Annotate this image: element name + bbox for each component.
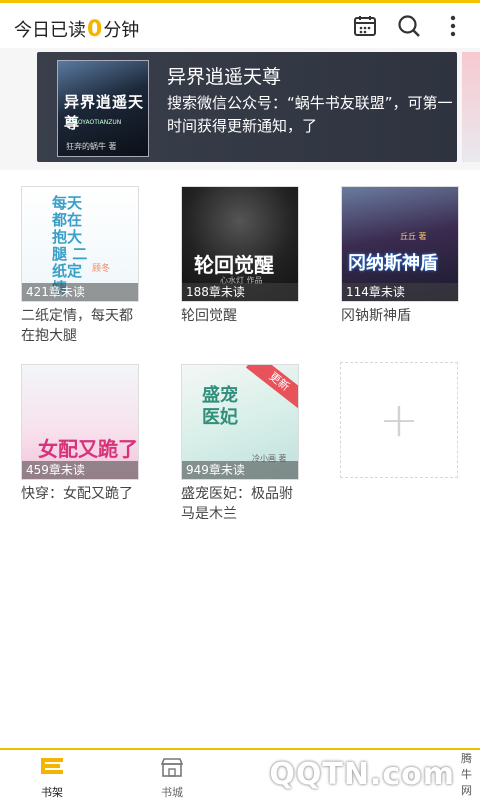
banner-book-cover: 异界逍遥天尊 XIAOYAOTIANZUN 狂奔的蜗牛 著 (57, 60, 149, 157)
book-title: 盛宠医妃：极品驸马是木兰 (181, 486, 293, 522)
banner-carousel[interactable]: 异界逍遥天尊 XIAOYAOTIANZUN 狂奔的蜗牛 著 异界逍遥天尊 搜索微… (0, 48, 480, 170)
unread-count: 114章未读 (342, 283, 458, 301)
tab-label: 书城 (161, 786, 183, 799)
cover-text: 女配又跪了 (38, 437, 138, 461)
book-item[interactable]: 冈纳斯神盾 丘丘 著 114章未读 冈钠斯神盾 (341, 186, 459, 326)
watermark: QQTN.com 腾牛网 (269, 748, 480, 800)
banner-cover-subtitle: XIAOYAOTIANZUN (68, 119, 122, 126)
book-title: 快穿：女配又跪了 (21, 486, 133, 502)
banner-cover-author: 狂奔的蜗牛 著 (66, 142, 117, 151)
watermark-small: 腾牛网 (461, 752, 472, 797)
cover-text: 冈纳斯神盾 (348, 253, 438, 274)
book-cover[interactable]: 女配又跪了 459章未读 (21, 364, 139, 480)
unread-count: 459章未读 (22, 461, 138, 479)
book-cover[interactable]: 冈纳斯神盾 丘丘 著 114章未读 (341, 186, 459, 302)
plus-icon: + (378, 392, 420, 448)
tab-store[interactable]: 书城 (142, 756, 202, 800)
book-item[interactable]: 女配又跪了 459章未读 快穿：女配又跪了 (21, 364, 139, 504)
book-item[interactable]: 每天都在抱大腿 二纸定情 顾冬 421章未读 二纸定情，每天都在抱大腿 (21, 186, 139, 346)
cover-text: 轮回觉醒 (194, 253, 274, 277)
book-title: 二纸定情，每天都在抱大腿 (21, 308, 133, 344)
bookshelf-icon (41, 758, 63, 774)
book-item[interactable]: 盛宠医妃 冷小画 著 更新 949章未读 盛宠医妃：极品驸马是木兰 (181, 364, 299, 524)
book-title: 轮回觉醒 (181, 308, 237, 324)
banner-description: 搜索微信公众号：“蜗牛书友联盟”，可第一时间获得更新通知，了 (167, 94, 453, 135)
book-title: 冈钠斯神盾 (341, 308, 411, 324)
reading-prefix: 今日已读 (14, 20, 86, 41)
cover-author: 丘丘 著 (400, 232, 427, 241)
search-icon[interactable] (396, 13, 422, 39)
cover-text: 每天都在抱大腿 二纸定情 (52, 194, 88, 297)
next-banner-peek[interactable] (462, 52, 480, 162)
more-vertical-icon[interactable] (440, 13, 466, 39)
calendar-icon[interactable] (352, 13, 378, 39)
unread-count: 421章未读 (22, 283, 138, 301)
cover-author: 顾冬 (92, 264, 111, 274)
book-cover[interactable]: 每天都在抱大腿 二纸定情 顾冬 421章未读 (21, 186, 139, 302)
book-item[interactable]: 轮回觉醒 心水灯 作品 188章未读 轮回觉醒 (181, 186, 299, 326)
tab-label: 书架 (41, 786, 63, 799)
reading-time: 今日已读0分钟 (14, 16, 139, 42)
banner-title: 异界逍遥天尊 (167, 66, 282, 88)
banner-card[interactable]: 异界逍遥天尊 XIAOYAOTIANZUN 狂奔的蜗牛 著 异界逍遥天尊 搜索微… (37, 52, 457, 162)
unread-count: 949章未读 (182, 461, 298, 479)
unread-count: 188章未读 (182, 283, 298, 301)
top-bar: 今日已读0分钟 (0, 0, 480, 48)
watermark-logo: QQTN.com (269, 756, 455, 792)
tab-bookshelf[interactable]: 书架 (22, 756, 82, 800)
cover-text: 盛宠医妃 (202, 385, 238, 428)
banner-cover-title: 异界逍遥天尊 (64, 93, 145, 132)
book-cover[interactable]: 轮回觉醒 心水灯 作品 188章未读 (181, 186, 299, 302)
update-badge: 更新 (245, 365, 298, 411)
reading-suffix: 分钟 (103, 20, 140, 41)
reading-minutes: 0 (87, 17, 103, 42)
book-cover[interactable]: 盛宠医妃 冷小画 著 更新 949章未读 (181, 364, 299, 480)
store-icon (160, 758, 184, 777)
add-book-button[interactable]: + (340, 362, 458, 478)
